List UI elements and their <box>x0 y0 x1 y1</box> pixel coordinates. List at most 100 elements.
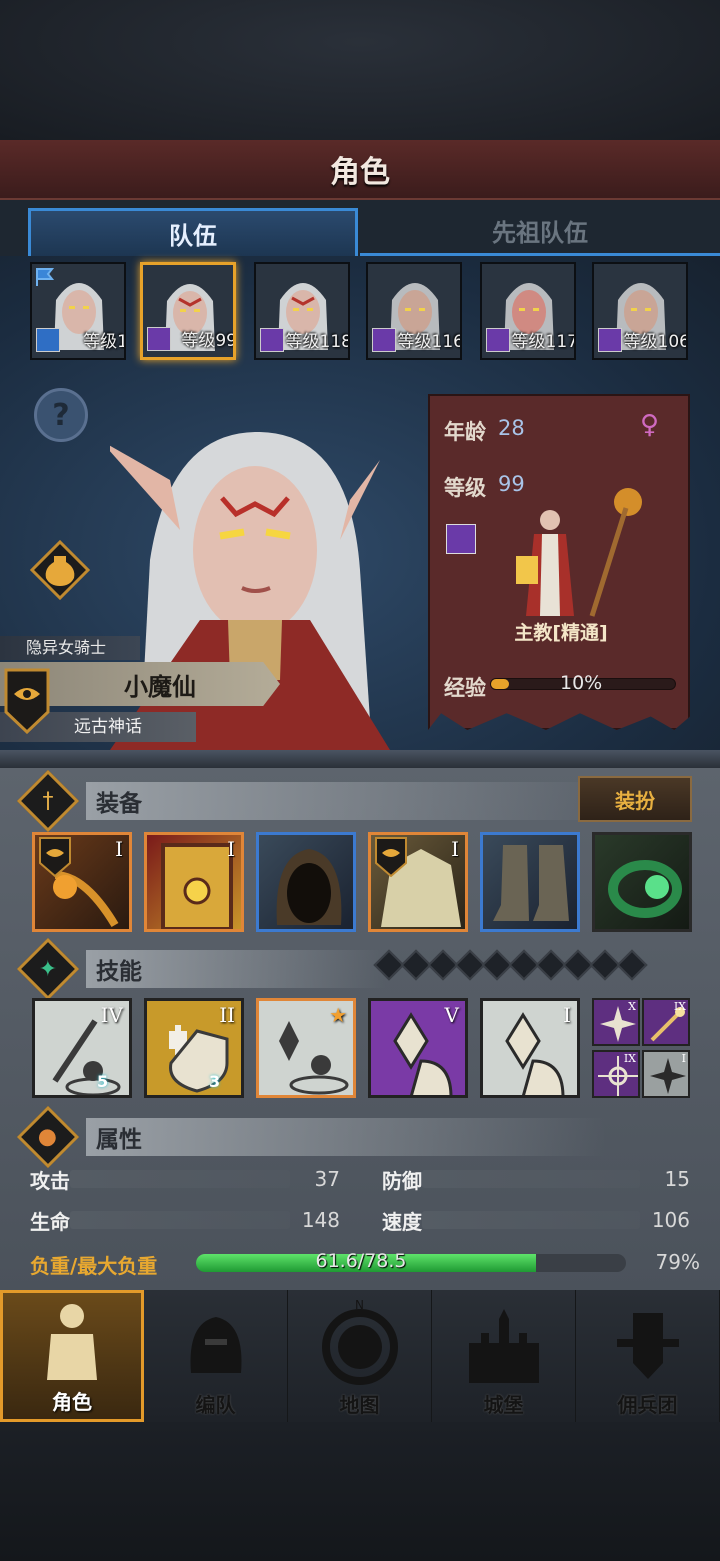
ring-icon <box>608 860 682 918</box>
tab-bar: 队伍 先祖队伍 <box>0 200 720 256</box>
tab-ancestor-party[interactable]: 先祖队伍 <box>360 208 720 256</box>
dagger-icon: † <box>16 769 80 833</box>
passive-rank: IX <box>623 1052 636 1065</box>
castle-icon <box>468 1309 539 1383</box>
passive-holy-star[interactable]: IX <box>592 1050 640 1098</box>
exp-label: 经验 <box>444 676 486 700</box>
eye-crest-icon <box>375 837 407 877</box>
skill-star-icon: ★ <box>329 1003 347 1027</box>
party-member-level: 等级1 <box>83 332 126 352</box>
nav-label: 城堡 <box>483 1393 524 1417</box>
party-member-level: 等级117 <box>511 332 576 352</box>
stat-bar <box>422 1211 640 1229</box>
equip-slot-tome[interactable]: I <box>144 832 244 932</box>
nav-map[interactable]: N 地图 <box>288 1290 432 1422</box>
bottom-backdrop <box>0 1422 720 1561</box>
mercenary-banner-icon <box>616 1313 679 1379</box>
age-label: 年龄 <box>444 420 486 444</box>
nav-label: 角色 <box>52 1390 92 1414</box>
stat-bar <box>70 1170 290 1188</box>
bishop-class-figure <box>516 488 642 617</box>
equip-slot-boots[interactable] <box>480 832 580 932</box>
stat-key: 生命 <box>30 1209 70 1234</box>
nav-formation[interactable]: 编队 <box>144 1290 288 1422</box>
stat-key: 速度 <box>382 1209 422 1234</box>
stat-bar <box>70 1211 290 1229</box>
equip-slot-robe[interactable]: I <box>368 832 468 932</box>
class-staff-icon <box>260 328 284 352</box>
knight-icon <box>47 1304 97 1380</box>
hood-icon <box>276 849 342 925</box>
weight-label: 负重/最大负重 <box>30 1254 158 1278</box>
party-member-level: 等级99 <box>181 331 236 351</box>
female-icon: ♀ <box>640 410 660 440</box>
job-label: 主教[精通] <box>514 622 608 644</box>
helmet-icon <box>190 1317 241 1373</box>
dress-up-button[interactable]: 装扮 <box>578 776 692 822</box>
skill-count: 5 <box>97 1072 109 1091</box>
party-member-6[interactable]: 等级106 <box>592 262 688 360</box>
character-name: 小魔仙 <box>124 672 196 701</box>
skill-shield-bless[interactable]: II 3 <box>144 998 244 1098</box>
equip-slot-ring[interactable] <box>592 832 692 932</box>
skill-rank: I <box>563 1003 571 1027</box>
stat-defense: 防御 15 <box>382 1164 690 1194</box>
skill-slot-diamond <box>616 949 648 981</box>
stat-hp: 生命 148 <box>30 1205 340 1235</box>
nav-mercenary[interactable]: 佣兵团 <box>576 1290 720 1422</box>
party-member-3[interactable]: 等级118 <box>254 262 350 360</box>
passive-burst[interactable]: X <box>592 998 640 1046</box>
party-member-4[interactable]: 等级116 <box>366 262 462 360</box>
nav-label: 地图 <box>339 1393 380 1417</box>
equip-rank: I <box>227 837 235 861</box>
question-icon: ? <box>52 397 70 433</box>
stat-value: 148 <box>301 1208 340 1232</box>
party-member-1[interactable]: 等级1 <box>30 262 126 360</box>
party-member-5[interactable]: 等级117 <box>480 262 576 360</box>
age-value: 28 <box>498 416 525 440</box>
passive-blast[interactable]: I <box>642 1050 690 1098</box>
level-label: 等级 <box>444 476 486 500</box>
stat-key: 防御 <box>382 1168 422 1193</box>
help-button[interactable]: ? <box>34 388 88 442</box>
skill-rank: V <box>444 1003 459 1027</box>
nav-character[interactable]: 角色 <box>0 1290 144 1422</box>
party-member-2[interactable]: 等级99 <box>140 262 236 360</box>
class-staff-icon <box>446 524 476 554</box>
stat-key: 攻击 <box>30 1168 70 1193</box>
passive-rank: I <box>681 1052 686 1065</box>
stat-attack: 攻击 37 <box>30 1164 340 1194</box>
party-member-level: 等级106 <box>623 332 688 352</box>
attributes-label: 属性 <box>86 1118 606 1156</box>
class-staff-icon <box>147 327 171 351</box>
nav-castle[interactable]: 城堡 <box>432 1290 576 1422</box>
potion-icon[interactable] <box>30 540 90 600</box>
party-member-level: 等级118 <box>285 332 350 352</box>
tab-party[interactable]: 队伍 <box>28 208 358 256</box>
exp-percent: 10% <box>560 672 603 694</box>
stat-value: 37 <box>314 1167 340 1191</box>
character-title: 隐异女骑士 <box>0 636 140 660</box>
skill-staff-heal[interactable]: IV 5 <box>32 998 132 1098</box>
skill-crystal-strike[interactable]: V <box>368 998 468 1098</box>
equipment-label: 装备 <box>86 782 606 820</box>
skill-crystal-aura[interactable]: ★ <box>256 998 356 1098</box>
party-member-level: 等级116 <box>397 332 462 352</box>
equip-slot-staff[interactable]: I <box>32 832 132 932</box>
nav-label: 编队 <box>195 1393 236 1417</box>
passive-wand[interactable]: IX <box>642 998 690 1046</box>
skill-crystal-hand[interactable]: I <box>480 998 580 1098</box>
stat-value: 15 <box>664 1167 690 1191</box>
divider <box>0 750 720 768</box>
equip-rank: I <box>115 837 123 861</box>
person-icon: ● <box>16 1105 80 1169</box>
skill-rank: II <box>219 1003 235 1027</box>
top-backdrop <box>0 0 720 140</box>
page-title: 角色 <box>330 155 390 190</box>
equip-slot-hood[interactable] <box>256 832 356 932</box>
weight-percent: 79% <box>655 1250 700 1274</box>
title-bar: 角色 <box>0 140 720 200</box>
equip-rank: I <box>451 837 459 861</box>
eye-crest-icon <box>39 837 71 877</box>
stat-value: 106 <box>651 1208 690 1232</box>
